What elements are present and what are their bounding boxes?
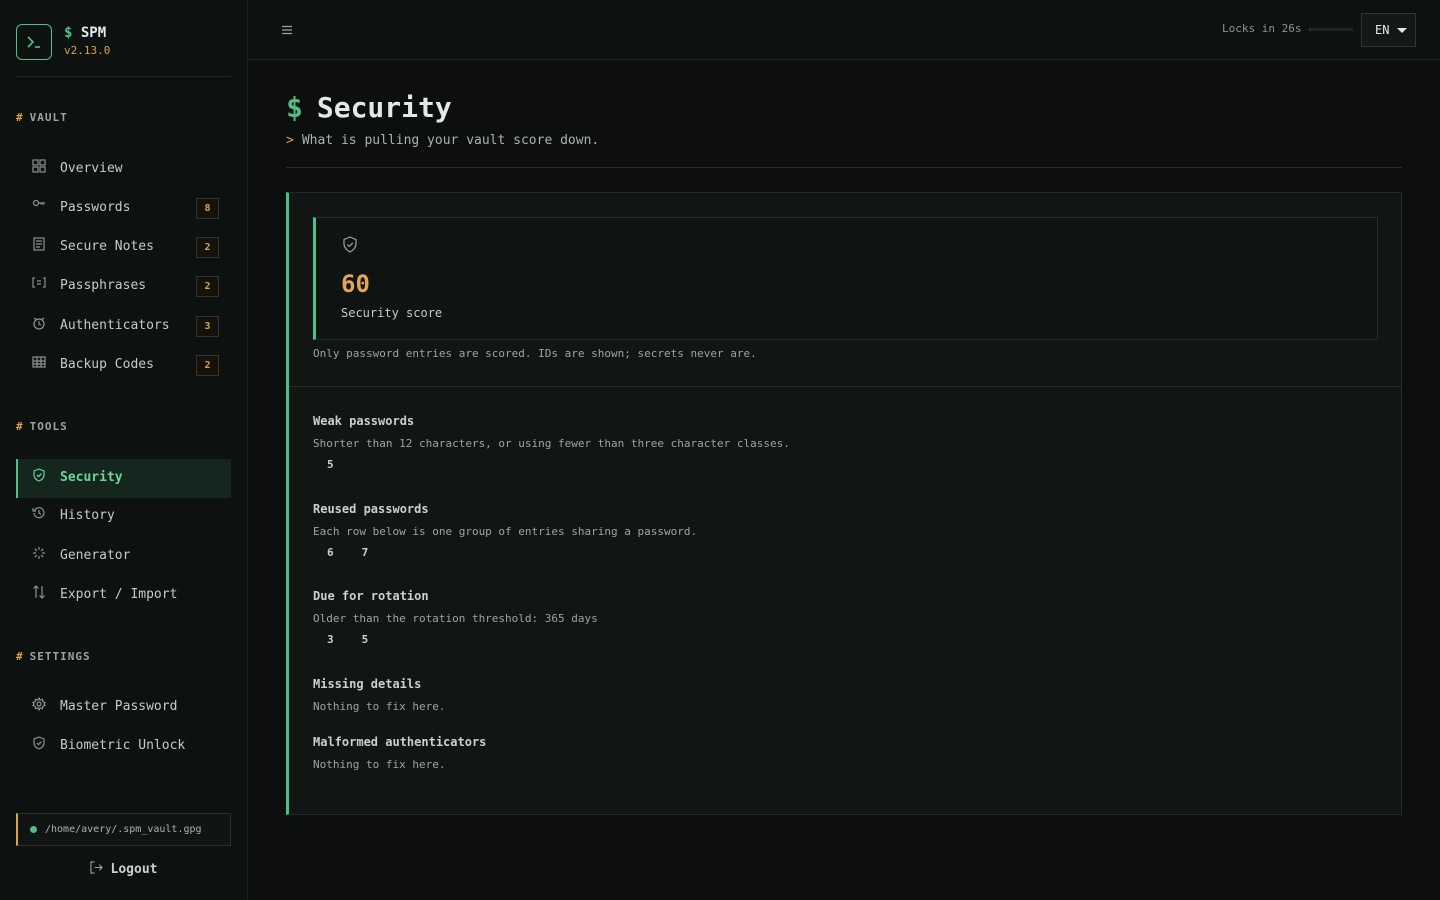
sidebar-item-biometric-unlock[interactable]: Biometric Unlock <box>16 727 231 766</box>
sparkle-icon <box>32 546 46 560</box>
entry-id[interactable]: 5 <box>313 458 348 471</box>
section-title-vault: # VAULT <box>16 111 68 124</box>
menu-icon[interactable] <box>280 22 294 36</box>
security-score-label: Security score <box>341 306 443 320</box>
gear-icon <box>32 696 46 712</box>
sidebar-item-label: Overview <box>60 161 123 176</box>
sidebar-item-passphrases[interactable]: Passphrases 2 <box>16 267 231 306</box>
count-badge: 8 <box>196 198 219 219</box>
issue-missing-details: Missing details Nothing to fix here. <box>313 677 1213 713</box>
table-icon <box>32 355 46 369</box>
note-icon <box>32 237 46 251</box>
security-panel: 60 Security score Only password entries … <box>286 192 1402 815</box>
sidebar-item-master-password[interactable]: Master Password <box>16 688 231 727</box>
count-badge: 2 <box>196 237 219 258</box>
entry-id[interactable]: 6 <box>313 546 348 559</box>
sidebar-item-label: Passphrases <box>60 278 147 293</box>
entry-id[interactable]: 7 <box>348 546 383 559</box>
shield-icon <box>32 736 46 750</box>
sidebar-item-history[interactable]: History <box>16 497 231 536</box>
sidebar-item-backup-codes[interactable]: Backup Codes 2 <box>16 346 231 385</box>
sidebar-item-overview[interactable]: Overview <box>16 150 231 189</box>
auto-lock-progress <box>1309 28 1353 31</box>
logout-button[interactable]: Logout <box>16 858 231 880</box>
issue-title: Malformed authenticators <box>313 735 487 749</box>
timer-icon <box>32 316 46 330</box>
issue-malformed-authenticators: Malformed authenticators Nothing to fix … <box>313 735 1213 771</box>
issue-title: Reused passwords <box>313 502 429 516</box>
issue-description: Older than the rotation threshold: 365 d… <box>313 612 598 625</box>
key-icon <box>32 198 46 212</box>
issue-description: Nothing to fix here. <box>313 700 446 713</box>
language-select[interactable]: EN <box>1361 13 1416 47</box>
issue-entry-ids: 3 5 <box>313 633 1213 646</box>
main-content: $ Security > What is pulling your vault sc… <box>248 61 1440 900</box>
caret-down-icon <box>1397 27 1408 33</box>
shield-icon <box>32 468 46 482</box>
entry-id[interactable]: 3 <box>313 633 348 646</box>
count-badge: 2 <box>196 355 219 376</box>
issue-description: Shorter than 12 characters, or using few… <box>313 437 790 450</box>
history-icon <box>32 506 46 520</box>
section-title-tools: # TOOLS <box>16 420 68 433</box>
sidebar-item-label: Generator <box>60 548 131 563</box>
grid-icon <box>32 159 46 173</box>
issue-due-for-rotation: Due for rotation Older than the rotation… <box>313 589 1213 646</box>
top-bar: Locks in 26s EN <box>248 0 1440 60</box>
shield-icon <box>342 236 358 257</box>
auto-lock-timer: Locks in 26s <box>1222 22 1302 35</box>
sidebar-item-label: Biometric Unlock <box>60 738 186 753</box>
sidebar-item-passwords[interactable]: Passwords 8 <box>16 189 231 228</box>
sidebar-item-generator[interactable]: Generator <box>16 537 231 576</box>
sidebar-item-label: Authenticators <box>60 318 170 333</box>
score-note: Only password entries are scored. IDs ar… <box>313 347 757 360</box>
count-badge: 2 <box>196 276 219 297</box>
status-dot-icon <box>30 826 37 833</box>
divider <box>289 386 1402 387</box>
sidebar-item-label: Secure Notes <box>60 239 154 254</box>
sidebar-item-label: Backup Codes <box>60 357 154 372</box>
security-score-value: 60 <box>341 270 370 298</box>
count-badge: 3 <box>196 316 219 337</box>
brand: $ SPM v2.13.0 <box>16 24 231 77</box>
issue-entry-ids: 6 7 <box>313 546 1213 559</box>
issue-entry-ids: 5 <box>313 458 1213 471</box>
app-name: $ SPM <box>64 25 107 41</box>
sidebar-item-label: Passwords <box>60 200 131 215</box>
score-card: 60 Security score <box>313 217 1378 340</box>
section-title-settings: # SETTINGS <box>16 650 91 663</box>
entry-id[interactable]: 5 <box>348 633 383 646</box>
page-subtitle: > What is pulling your vault score down. <box>286 133 600 148</box>
page-title: $ Security <box>286 91 452 124</box>
sidebar-item-label: Master Password <box>60 699 178 714</box>
issue-reused-passwords: Reused passwords Each row below is one g… <box>313 502 1213 559</box>
sidebar-item-label: Security <box>60 470 123 485</box>
sidebar-item-export-import[interactable]: Export / Import <box>16 576 231 615</box>
issue-weak-passwords: Weak passwords Shorter than 12 character… <box>313 414 1213 471</box>
sidebar-item-label: Export / Import <box>60 587 178 602</box>
issue-title: Missing details <box>313 677 422 691</box>
issue-description: Each row below is one group of entries s… <box>313 525 698 538</box>
issue-title: Due for rotation <box>313 589 429 603</box>
sidebar-item-secure-notes[interactable]: Secure Notes 2 <box>16 228 231 267</box>
logout-icon <box>89 861 103 877</box>
sidebar-item-label: History <box>60 508 115 523</box>
issue-title: Weak passwords <box>313 414 415 428</box>
sidebar-item-authenticators[interactable]: Authenticators 3 <box>16 307 231 346</box>
transfer-icon <box>32 585 46 599</box>
issue-description: Nothing to fix here. <box>313 758 446 771</box>
vault-path: /home/avery/.spm_vault.gpg <box>16 813 231 846</box>
terminal-logo-icon <box>16 24 52 60</box>
brackets-icon <box>32 276 46 290</box>
sidebar: $ SPM v2.13.0 # VAULT Overview Passwords … <box>0 0 248 900</box>
sidebar-item-security[interactable]: Security <box>16 459 231 498</box>
divider <box>286 167 1402 168</box>
app-version: v2.13.0 <box>64 44 111 57</box>
